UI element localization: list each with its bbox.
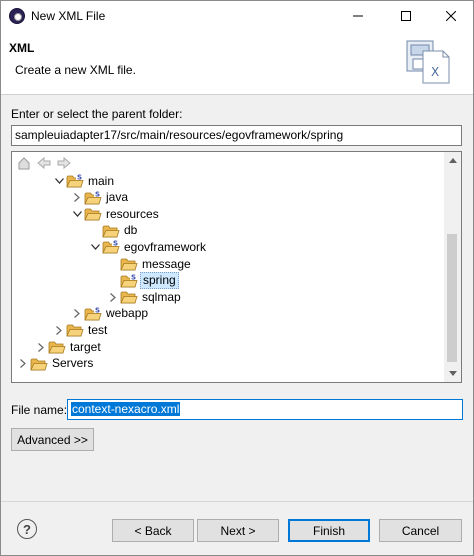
- tree-item-label: Servers: [52, 356, 94, 371]
- parent-folder-input[interactable]: sampleuiadapter17/src/main/resources/ego…: [11, 125, 462, 146]
- tree-item-label: sqlmap: [142, 289, 181, 304]
- src-folder-icon: S: [84, 189, 102, 204]
- folder-icon: [120, 291, 138, 304]
- forward-arrow-icon[interactable]: [56, 155, 72, 171]
- eclipse-app-icon: [9, 8, 25, 24]
- tree-item-label: main: [88, 173, 115, 188]
- svg-text:X: X: [431, 65, 439, 79]
- tree-item-label: java: [106, 190, 129, 205]
- home-icon[interactable]: [16, 155, 32, 171]
- advanced-button[interactable]: Advanced >>: [11, 428, 94, 451]
- folder-icon: [102, 225, 120, 238]
- minimize-button[interactable]: [335, 1, 381, 31]
- back-arrow-icon[interactable]: [36, 155, 52, 171]
- chevron-right-icon[interactable]: [70, 306, 84, 322]
- new-xml-file-dialog: New XML File XML Create a new XML file. …: [0, 0, 474, 556]
- chevron-down-icon[interactable]: [52, 173, 66, 189]
- svg-text:S: S: [95, 190, 100, 198]
- wizard-banner: XML Create a new XML file. X: [1, 31, 473, 95]
- parent-folder-label: Enter or select the parent folder:: [11, 107, 183, 121]
- chevron-down-icon[interactable]: [88, 239, 102, 255]
- src-folder-icon: S: [84, 305, 102, 321]
- tree-item-sqlmap[interactable]: sqlmap: [106, 289, 183, 305]
- tree-toolbar: [16, 155, 72, 171]
- file-name-selected-text: context-nexacro.xml: [71, 402, 181, 416]
- tree-item-java[interactable]: Sjava: [70, 189, 130, 206]
- tree-item-servers[interactable]: Servers: [16, 356, 95, 372]
- src-folder-icon: S: [66, 173, 84, 188]
- close-button[interactable]: [428, 1, 474, 31]
- svg-text:S: S: [131, 273, 136, 281]
- folder-tree[interactable]: Smain Sjava resources db Segovframework messa…: [11, 151, 462, 383]
- back-button[interactable]: < Back: [112, 519, 194, 542]
- svg-text:S: S: [77, 174, 82, 182]
- svg-text:S: S: [95, 306, 100, 314]
- tree-item-label: resources: [106, 206, 159, 221]
- folder-icon: [120, 258, 138, 271]
- tree-item-target[interactable]: target: [34, 339, 103, 355]
- help-icon[interactable]: ?: [17, 519, 37, 539]
- maximize-icon: [401, 11, 411, 21]
- tree-item-db[interactable]: db: [88, 223, 139, 239]
- wizard-title: XML: [9, 41, 35, 55]
- file-name-label: File name:: [11, 403, 68, 417]
- chevron-right-icon[interactable]: [106, 289, 120, 305]
- chevron-right-icon[interactable]: [70, 190, 84, 206]
- file-name-input[interactable]: context-nexacro.xml: [67, 399, 463, 420]
- cancel-button[interactable]: Cancel: [379, 519, 462, 542]
- scroll-up-icon[interactable]: [444, 152, 461, 169]
- tree-item-label: target: [70, 339, 101, 354]
- src-folder-icon: S: [120, 272, 138, 287]
- next-button[interactable]: Next >: [197, 519, 279, 542]
- xml-file-wizard-icon: X: [406, 40, 450, 84]
- tree-item-label: db: [124, 223, 138, 238]
- tree-scrollbar[interactable]: [444, 152, 461, 382]
- tree-item-label: message: [142, 256, 191, 271]
- close-icon: [446, 11, 456, 21]
- chevron-right-icon[interactable]: [52, 322, 66, 338]
- tree-item-label: webapp: [106, 306, 149, 321]
- tree-item-label: egovframework: [124, 239, 207, 254]
- scroll-down-icon[interactable]: [444, 365, 461, 382]
- minimize-icon: [353, 15, 363, 17]
- title-bar: New XML File: [1, 1, 473, 31]
- tree-item-label: spring: [140, 272, 179, 290]
- tree-item-spring[interactable]: Sspring: [106, 272, 179, 290]
- maximize-button[interactable]: [383, 1, 429, 31]
- wizard-description: Create a new XML file.: [15, 63, 136, 77]
- finish-button[interactable]: Finish: [288, 519, 370, 542]
- tree-item-webapp[interactable]: Swebapp: [70, 305, 150, 322]
- folder-icon: [84, 208, 102, 221]
- chevron-right-icon[interactable]: [16, 356, 30, 372]
- tree-item-main[interactable]: Smain: [52, 173, 116, 189]
- chevron-right-icon[interactable]: [34, 339, 48, 355]
- scrollbar-thumb[interactable]: [447, 234, 457, 362]
- svg-text:S: S: [113, 240, 118, 248]
- chevron-down-icon[interactable]: [70, 206, 84, 222]
- window-title: New XML File: [31, 9, 106, 23]
- folder-icon: [48, 341, 66, 354]
- tree-item-resources[interactable]: resources: [70, 206, 161, 222]
- folder-icon: [66, 324, 84, 337]
- tree-item-message[interactable]: message: [106, 256, 193, 272]
- footer-divider: [1, 501, 473, 502]
- tree-item-egovframework[interactable]: Segovframework: [88, 239, 208, 255]
- tree-item-label: test: [88, 322, 108, 337]
- folder-icon: [30, 358, 48, 370]
- tree-item-test[interactable]: test: [52, 322, 109, 338]
- src-folder-icon: S: [102, 239, 120, 254]
